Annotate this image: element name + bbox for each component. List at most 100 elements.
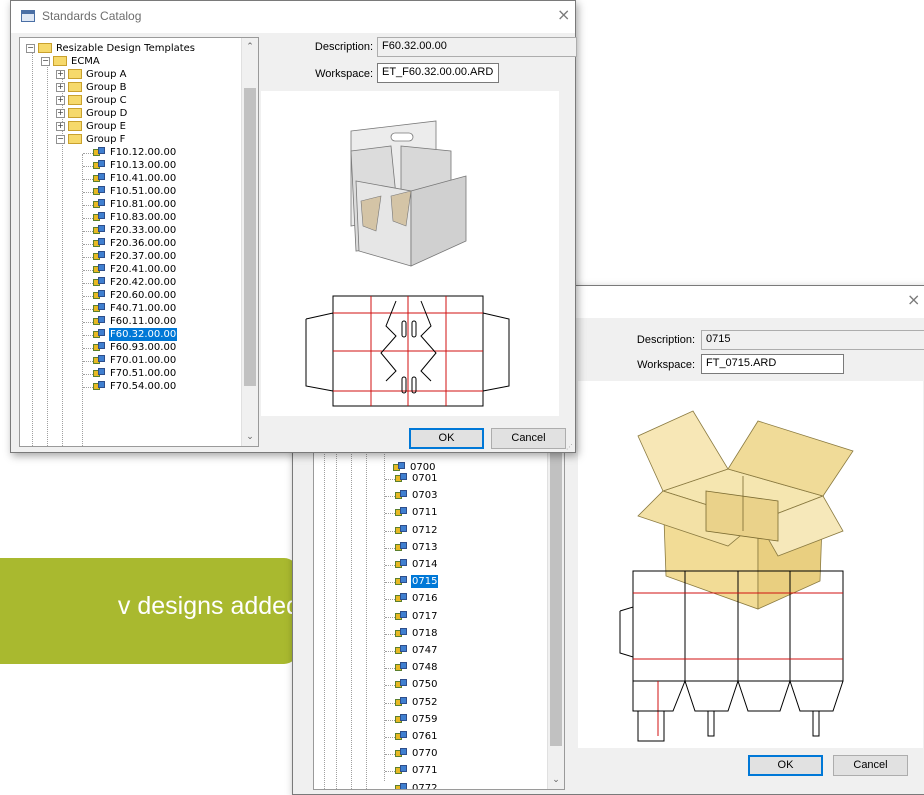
tree-connector-line [82,154,83,446]
tree-node-ecma[interactable]: − ECMA [41,55,101,68]
tree-node-design[interactable]: F20.60.00.00 [92,289,177,302]
design-template-icon [394,645,408,656]
design-template-icon [394,576,408,587]
folder-icon [53,56,67,66]
banner-text: v designs added [117,592,300,620]
design-template-icon [92,316,106,327]
tree-node-label: F20.37.00.00 [110,251,177,262]
tree-node-design[interactable]: 0759 [394,713,438,726]
tree-node-group[interactable]: + Group A [56,68,127,81]
close-icon[interactable]: × [907,291,920,309]
tree-node-group[interactable]: + Group D [56,107,128,120]
tree-node-label: F20.33.00.00 [110,225,177,236]
tree-node-design[interactable]: F20.36.00.00 [92,237,177,250]
tree-node-design[interactable]: F60.93.00.00 [92,341,177,354]
design-template-icon [394,507,408,518]
tree-node-design[interactable]: F20.42.00.00 [92,276,177,289]
expand-icon[interactable]: + [56,122,65,131]
workspace-field[interactable]: ET_F60.32.00.00.ARD [377,63,499,83]
scroll-down-icon[interactable]: ⌄ [242,430,258,444]
tree-node-design[interactable]: F70.51.00.00 [92,367,177,380]
collapse-icon[interactable]: − [41,57,50,66]
resize-grip-icon[interactable]: ⋰ [566,443,574,451]
tree-scrollbar[interactable]: ⌃ ⌄ [241,38,258,446]
expand-icon[interactable]: + [56,109,65,118]
cancel-button[interactable]: Cancel [491,428,566,449]
tree-node-design[interactable]: F10.83.00.00 [92,211,177,224]
scrollbar-thumb[interactable] [244,88,256,386]
design-template-icon [92,381,106,392]
scroll-up-icon[interactable]: ⌃ [242,40,258,54]
dieline-flat [305,295,510,407]
cancel-button[interactable]: Cancel [833,755,908,776]
tree-node-label: F10.41.00.00 [110,173,177,184]
expand-icon[interactable]: + [56,96,65,105]
tree-node-root[interactable]: − Resizable Design Templates [26,42,196,55]
folder-icon [68,121,82,131]
tree-node-design[interactable]: F10.51.00.00 [92,185,177,198]
tree-node-label: ECMA [71,56,100,67]
description-field[interactable]: 0715 [701,330,924,350]
tree-node-label: F70.54.00.00 [110,381,177,392]
close-icon[interactable]: × [557,6,570,24]
tree-node-design[interactable]: 0718 [394,627,438,640]
folder-icon [68,134,82,144]
tree-node-label: F20.42.00.00 [110,277,177,288]
tree-node-design[interactable]: F20.37.00.00 [92,250,177,263]
tree-node-label: 0752 [412,697,438,708]
tree-node-group[interactable]: − Group F [56,133,126,146]
tree-node-design[interactable]: 0750 [394,678,438,691]
tree-node-design[interactable]: 0761 [394,730,438,743]
tree-node-design[interactable]: 0752 [394,696,438,709]
tree-node-design[interactable]: F10.13.00.00 [92,159,177,172]
tree-node-design[interactable]: F60.11.00.00 [92,315,177,328]
tree-node-label: 0761 [412,731,438,742]
design-template-icon [92,238,106,249]
description-label: Description: [314,41,373,53]
workspace-field[interactable]: FT_0715.ARD [701,354,844,374]
ok-button[interactable]: OK [409,428,484,449]
tree-node-design[interactable]: 0770 [394,747,438,760]
design-preview [578,381,923,748]
tree-node-design[interactable]: 0701 [394,472,438,485]
tree-node-design[interactable]: 0748 [394,661,438,674]
folder-icon [38,43,52,53]
tree-node-design[interactable]: 0712 [394,524,438,537]
tree-node-design[interactable]: F60.32.00.00 [92,328,178,341]
ok-button[interactable]: OK [748,755,823,776]
tree-node-group[interactable]: + Group C [56,94,128,107]
tree-node-label: F10.81.00.00 [110,199,177,210]
tree-node-design[interactable]: F70.01.00.00 [92,354,177,367]
tree-node-design[interactable]: F10.81.00.00 [92,198,177,211]
collapse-icon[interactable]: − [26,44,35,53]
expand-icon[interactable]: + [56,70,65,79]
tree-node-design[interactable]: F10.12.00.00 [92,146,177,159]
tree-node-design[interactable]: 0717 [394,610,438,623]
tree-node-design[interactable]: 0747 [394,644,438,657]
tree-node-design[interactable]: 0716 [394,592,438,605]
tree-node-design[interactable]: 0703 [394,489,438,502]
tree-node-design[interactable]: F20.41.00.00 [92,263,177,276]
design-preview [261,91,559,416]
tree-node-design[interactable]: 0711 [394,506,438,519]
description-field[interactable]: F60.32.00.00 [377,37,577,57]
tree-node-design[interactable]: 0714 [394,558,438,571]
tree-node-design[interactable]: 0772 [394,782,438,789]
collapse-icon[interactable]: − [56,135,65,144]
tree-node-group[interactable]: + Group B [56,81,127,94]
scroll-down-icon[interactable]: ⌄ [548,773,564,787]
tree-node-design[interactable]: 0771 [394,764,438,777]
tree-node-group[interactable]: + Group E [56,120,127,133]
description-label: Description: [636,334,695,346]
catalog-tree[interactable]: ⌃ ⌄ − Resizable Design Templates − ECMA + Gro… [19,37,259,447]
design-template-icon [92,290,106,301]
tree-node-design[interactable]: F70.54.00.00 [92,380,177,393]
tree-node-design[interactable]: 0713 [394,541,438,554]
tree-node-design[interactable]: F20.33.00.00 [92,224,177,237]
expand-icon[interactable]: + [56,83,65,92]
tree-node-design[interactable]: F40.71.00.00 [92,302,177,315]
tree-node-label: Group B [86,82,127,93]
tree-node-design[interactable]: F10.41.00.00 [92,172,177,185]
folder-icon [68,82,82,92]
tree-node-design[interactable]: 0715 [394,575,439,588]
